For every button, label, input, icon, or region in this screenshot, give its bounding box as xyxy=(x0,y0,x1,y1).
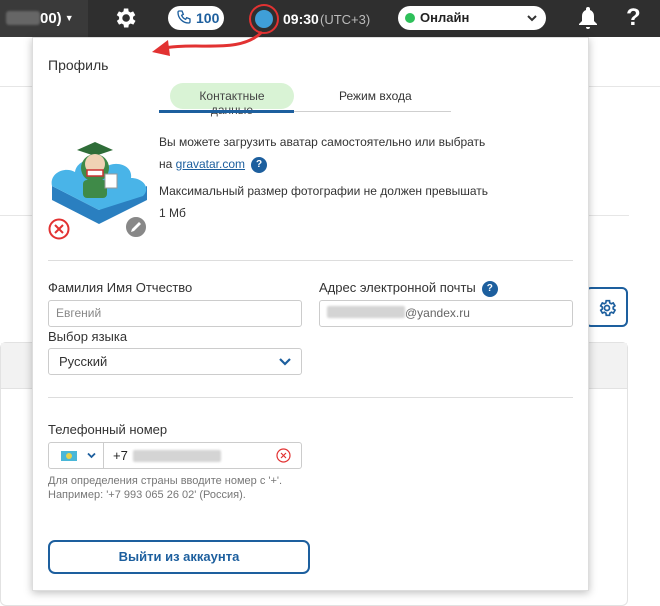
settings-gear-icon[interactable] xyxy=(112,5,138,31)
remove-avatar-icon[interactable] xyxy=(48,218,70,240)
background-divider xyxy=(589,86,660,87)
phone-country-code[interactable]: +7 xyxy=(113,448,128,463)
balance-suffix: 00) xyxy=(40,10,62,27)
tab-login-mode[interactable]: Режим входа xyxy=(329,83,422,109)
name-input[interactable]: Евгений xyxy=(48,300,302,327)
phone-label: Телефонный номер xyxy=(48,422,168,437)
online-status-dot xyxy=(405,13,415,23)
dropdown-arrow-icon: ▼ xyxy=(64,13,74,23)
status-dropdown[interactable]: Онлайн xyxy=(398,6,546,30)
email-domain: @yandex.ru xyxy=(405,306,470,320)
section-divider xyxy=(48,260,573,261)
language-label: Выбор языка xyxy=(48,329,128,344)
avatar-info-line1: Вы можете загрузить аватар самостоятельн… xyxy=(159,135,486,149)
section-divider xyxy=(48,397,573,398)
balance-blurred-value xyxy=(6,11,40,25)
size-info-line2: 1 Мб xyxy=(159,206,186,220)
background-divider xyxy=(0,86,32,87)
email-label-text: Адрес электронной почты xyxy=(319,280,476,295)
active-tab-underline xyxy=(159,110,294,113)
country-select[interactable] xyxy=(49,443,104,468)
chevron-down-icon xyxy=(279,358,291,366)
clear-phone-icon[interactable] xyxy=(276,448,291,463)
popup-title: Профиль xyxy=(48,57,109,73)
gravatar-help-icon[interactable]: ? xyxy=(251,157,268,173)
logout-button[interactable]: Выйти из аккаунта xyxy=(48,540,310,574)
annotation-arrow xyxy=(152,30,264,56)
phone-input-group: +7 xyxy=(48,442,302,469)
phone-blurred-number xyxy=(133,450,221,462)
background-divider xyxy=(0,215,32,216)
kazakhstan-flag-icon xyxy=(61,451,77,461)
email-help-icon[interactable]: ? xyxy=(481,281,498,297)
size-info-line1: Максимальный размер фотографии не должен… xyxy=(159,184,489,198)
phone-hint: Для определения страны вводите номер с '… xyxy=(48,475,283,501)
top-bar: 00) ▼ 100 09:30 (UTC+3) Онлайн ? xyxy=(0,0,660,37)
background-divider xyxy=(589,215,629,216)
profile-tabs: Контактные данные Режим входа xyxy=(159,83,451,117)
gear-icon xyxy=(599,299,617,317)
balance-display[interactable]: 00) ▼ xyxy=(0,0,88,37)
help-icon[interactable]: ? xyxy=(626,4,641,32)
gravatar-link[interactable]: gravatar.com xyxy=(176,157,245,171)
clock-timezone: (UTC+3) xyxy=(320,12,371,27)
status-label: Онлайн xyxy=(420,10,470,25)
email-input[interactable]: @yandex.ru xyxy=(319,300,573,327)
edit-avatar-button[interactable] xyxy=(124,215,148,239)
email-label: Адрес электронной почты? xyxy=(319,280,498,297)
pencil-icon xyxy=(131,222,141,232)
avatar-upload-info: Вы можете загрузить аватар самостоятельн… xyxy=(159,131,485,175)
tab-login-mode-label: Режим входа xyxy=(339,89,412,103)
profile-popup: Профиль Контактные данные Режим входа Вы… xyxy=(32,37,589,591)
name-label: Фамилия Имя Отчество xyxy=(48,280,193,295)
avatar-info-prefix: на xyxy=(159,157,173,171)
chevron-down-icon xyxy=(527,15,537,22)
email-blurred-local-part xyxy=(327,306,405,318)
avatar-info-line2: на gravatar.com? xyxy=(159,153,485,175)
avatar-size-info: Максимальный размер фотографии не должен… xyxy=(159,180,488,224)
background-settings-button[interactable] xyxy=(585,287,628,327)
language-select[interactable]: Русский xyxy=(48,348,302,375)
language-value: Русский xyxy=(59,354,108,369)
chevron-down-icon xyxy=(87,452,96,459)
notifications-bell-icon[interactable] xyxy=(578,7,598,29)
tab-contact-data[interactable]: Контактные данные xyxy=(170,83,294,117)
clock-time: 09:30 xyxy=(283,11,319,27)
